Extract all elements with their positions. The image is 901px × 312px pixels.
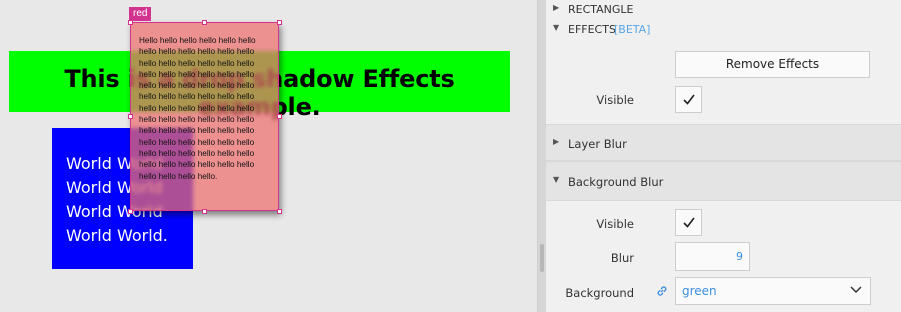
splitter-grip[interactable] [540, 244, 544, 272]
triangle-down-icon: ▼ [553, 23, 560, 32]
effects-section-label: EFFECTS [568, 23, 616, 36]
background-select-value: green [682, 284, 717, 298]
resize-handle-bottom-right[interactable] [277, 209, 282, 214]
red-layer-text: Hello hello hello hello hello hello hell… [139, 36, 256, 181]
selection-name-tag: red [129, 7, 152, 21]
resize-handle-bottom-middle[interactable] [202, 209, 207, 214]
resize-handle-middle-right[interactable] [277, 114, 282, 119]
properties-panel: ▶ RECTANGLE ▼ EFFECTS [BETA] Remove Effe… [546, 0, 901, 312]
checkmark-icon [683, 94, 695, 105]
visible-label: Visible [596, 93, 634, 107]
layer-blur-label: Layer Blur [568, 137, 627, 151]
background-blur-label: Background Blur [568, 175, 664, 189]
background-label: Background [565, 286, 634, 300]
resize-handle-middle-left[interactable] [128, 114, 133, 119]
visible-checkbox[interactable] [675, 86, 702, 113]
beta-badge: [BETA] [614, 23, 651, 36]
rectangle-section-label: RECTANGLE [568, 3, 634, 16]
section-effects[interactable]: ▼ EFFECTS [BETA] [546, 19, 901, 39]
bg-visible-label: Visible [596, 217, 634, 231]
resize-handle-top-middle[interactable] [202, 20, 207, 25]
layer-blur-section[interactable]: ▶ Layer Blur [546, 124, 901, 161]
checkmark-icon [683, 217, 695, 228]
background-select[interactable]: green [675, 277, 871, 305]
triangle-down-icon: ▼ [553, 175, 560, 184]
background-blur-section[interactable]: ▼ Background Blur [546, 161, 901, 201]
resize-handle-top-right[interactable] [277, 20, 282, 25]
chevron-down-icon [850, 286, 862, 294]
section-rectangle[interactable]: ▶ RECTANGLE [546, 0, 901, 19]
red-rectangle-layer[interactable]: Hello hello hello hello hello hello hell… [130, 22, 279, 211]
bg-visible-checkbox[interactable] [675, 209, 702, 236]
triangle-right-icon: ▶ [553, 3, 560, 12]
blur-input[interactable]: 9 [675, 242, 750, 271]
blur-label: Blur [610, 251, 634, 265]
resize-handle-bottom-left[interactable] [128, 209, 133, 214]
remove-effects-button[interactable]: Remove Effects [675, 51, 870, 78]
triangle-right-icon: ▶ [553, 137, 560, 146]
panel-splitter[interactable] [537, 0, 546, 312]
design-canvas[interactable]: This is a drop shadow Effects example. W… [0, 0, 537, 312]
link-icon[interactable] [656, 285, 668, 297]
